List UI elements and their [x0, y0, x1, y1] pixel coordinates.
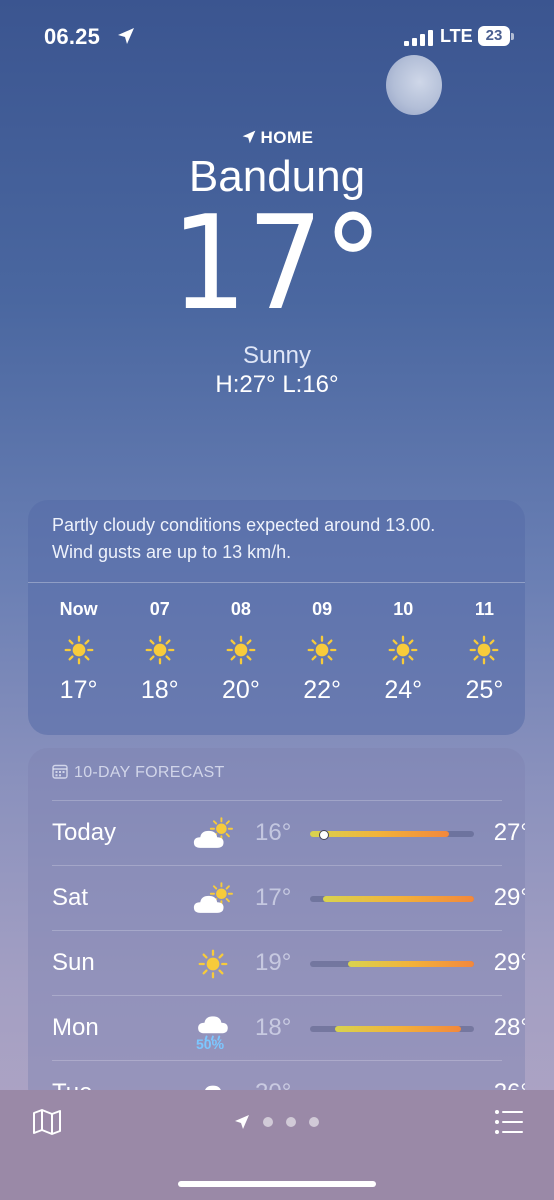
- home-indicator[interactable]: [178, 1181, 376, 1187]
- daily-list[interactable]: Today 16° 27° Sat 17° 29° Sun 19° 29° Mo…: [52, 800, 525, 1108]
- low-temp: 18°: [255, 1014, 292, 1041]
- hour-item: 10 24°: [363, 598, 444, 708]
- hourly-list[interactable]: Now 17° 07 18° 08 20° 09 22° 10 24° 11 2…: [38, 598, 525, 708]
- temp-range-fill: [347, 961, 474, 967]
- page-dot: [263, 1117, 273, 1127]
- hour-temp: 24°: [384, 676, 423, 704]
- temp-range-fill: [335, 1026, 462, 1032]
- hour-temp: 17°: [59, 676, 98, 704]
- location-arrow-icon: [118, 28, 134, 44]
- divider: [28, 582, 525, 583]
- summary-line-1: Partly cloudy conditions expected around…: [52, 515, 436, 535]
- hour-label: 11: [474, 599, 494, 619]
- network-label: LTE: [440, 26, 473, 46]
- partly-cloudy-icon: [192, 880, 236, 916]
- low-temp: 16°: [255, 819, 292, 846]
- hour-item: Now 17°: [38, 598, 119, 708]
- temp-range-fill: [310, 831, 449, 837]
- signal-icon: [404, 30, 433, 46]
- day-label: Sat: [52, 884, 89, 911]
- temp-range-bar: [310, 830, 474, 840]
- map-icon[interactable]: [32, 1108, 62, 1136]
- high-temp: 27°: [493, 819, 525, 846]
- location-arrow-icon: [235, 1115, 249, 1129]
- high-temp: 28°: [493, 1014, 525, 1041]
- temp-range-bar: [310, 961, 474, 967]
- sun-icon: [38, 628, 119, 672]
- calendar-icon: [52, 764, 68, 779]
- page-indicator[interactable]: [232, 1112, 322, 1132]
- battery-level: 23: [478, 26, 510, 46]
- daily-row[interactable]: Sat 17° 29°: [52, 865, 525, 930]
- temp-range-fill: [322, 896, 474, 902]
- location-header: HOME: [0, 128, 554, 148]
- list-icon[interactable]: [494, 1109, 524, 1135]
- sun-icon: [363, 628, 444, 672]
- hour-temp: 22°: [303, 676, 341, 704]
- low-temp: 19°: [255, 949, 292, 976]
- day-label: Mon: [52, 1014, 99, 1041]
- high-low-text: H:27° L:16°: [215, 371, 339, 398]
- hour-label: 10: [393, 599, 414, 619]
- hour-temp: 25°: [465, 676, 504, 704]
- status-time: 06.25: [44, 24, 101, 49]
- hour-label: Now: [59, 599, 98, 619]
- sun-icon: [192, 945, 236, 981]
- moon-icon: [386, 55, 442, 115]
- temp-range-bar: [310, 1026, 474, 1032]
- ten-day-header: 10-DAY FORECAST: [52, 764, 225, 782]
- hour-item: 08 20°: [200, 598, 281, 708]
- sun-icon: [282, 628, 363, 672]
- high-temp: 29°: [493, 884, 525, 911]
- daily-row[interactable]: Today 16° 27°: [52, 800, 525, 865]
- precip-chance: 50%: [196, 1036, 225, 1052]
- sun-icon: [200, 628, 281, 672]
- daily-row[interactable]: Sun 19° 29°: [52, 930, 525, 995]
- temp-range-bar: [310, 896, 474, 902]
- hour-label: 09: [312, 599, 333, 619]
- current-temp-dot: [318, 830, 329, 840]
- degree-symbol: °: [323, 187, 383, 339]
- page-dot: [309, 1117, 319, 1127]
- page-dot: [286, 1117, 296, 1127]
- ten-day-forecast-card[interactable]: 10-DAY FORECAST Today 16° 27° Sat 17° 29…: [28, 748, 525, 1108]
- day-label: Sun: [52, 949, 95, 976]
- battery-icon: 23: [478, 26, 514, 48]
- hour-temp: 20°: [222, 676, 260, 704]
- hour-temp: 18°: [140, 676, 179, 704]
- hour-item: 11 25°: [444, 598, 525, 708]
- day-label: Today: [52, 819, 117, 846]
- condition-text: Sunny: [242, 342, 312, 369]
- high-temp: 29°: [493, 949, 525, 976]
- temperature-value: 17: [170, 187, 324, 339]
- hour-label: 08: [230, 599, 251, 619]
- location-label: HOME: [260, 128, 314, 147]
- location-arrow-icon: [242, 130, 255, 144]
- sun-icon: [119, 628, 200, 672]
- hour-item: 07 18°: [119, 598, 200, 708]
- summary-line-2: Wind gusts are up to 13 km/h.: [52, 542, 292, 562]
- daily-row[interactable]: Mon 50% 18° 28°: [52, 995, 525, 1060]
- sun-icon: [444, 628, 525, 672]
- ten-day-title: 10-DAY FORECAST: [74, 764, 225, 781]
- hour-label: 07: [149, 599, 170, 619]
- hourly-forecast-card[interactable]: Partly cloudy conditions expected around…: [28, 500, 525, 735]
- hour-item: 09 22°: [282, 598, 363, 708]
- low-temp: 17°: [255, 884, 292, 911]
- current-temperature: 17°: [22, 195, 532, 332]
- partly-cloudy-icon: [192, 815, 236, 851]
- forecast-summary: Partly cloudy conditions expected around…: [52, 512, 512, 566]
